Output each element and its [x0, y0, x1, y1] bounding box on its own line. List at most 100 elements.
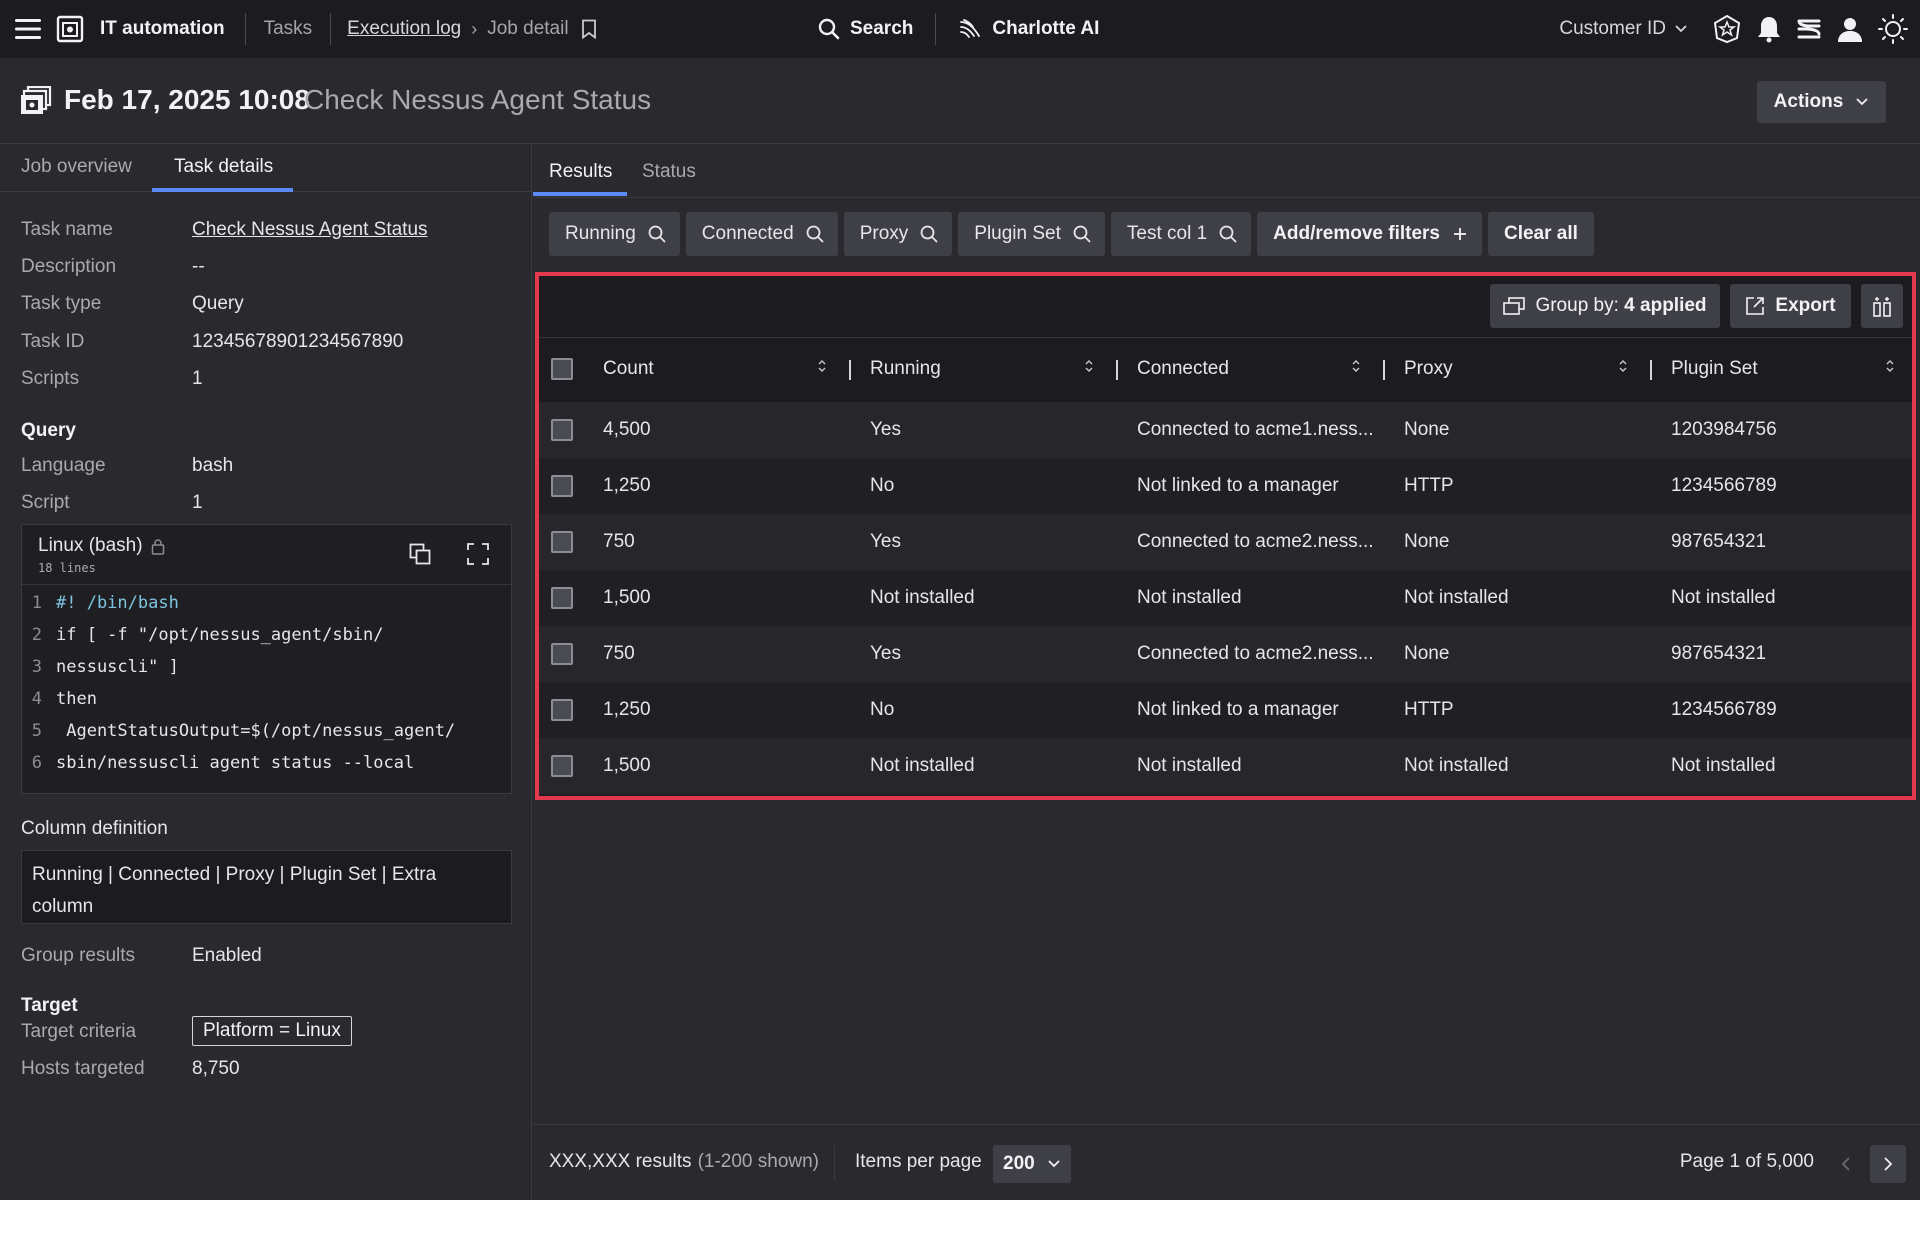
- lock-icon: [151, 538, 164, 555]
- items-per-page-value: 200: [1003, 1153, 1035, 1174]
- filter-chip-test-col-1[interactable]: Test col 1: [1110, 212, 1252, 256]
- language-label: Language: [21, 455, 106, 476]
- charlotte-ai-button[interactable]: Charlotte AI: [992, 18, 1099, 40]
- menu-icon[interactable]: [14, 17, 42, 41]
- query-section-title: Query: [21, 420, 76, 441]
- language-value: bash: [192, 455, 234, 476]
- shield-badge-icon[interactable]: [1712, 14, 1742, 44]
- column-header-count[interactable]: Count: [603, 358, 654, 380]
- task-name-link[interactable]: Check Nessus Agent Status: [192, 219, 428, 241]
- sort-icon[interactable]: [1618, 358, 1628, 379]
- results-toolbar: Group by: 4 applied Export: [539, 276, 1912, 338]
- search-icon[interactable]: [818, 18, 840, 40]
- tab-results[interactable]: Results: [549, 161, 612, 183]
- app-logo-icon: [56, 15, 84, 43]
- cell-proxy: Not installed: [1404, 587, 1509, 608]
- chevron-down-icon: [1048, 1160, 1060, 1168]
- cell-proxy: None: [1404, 643, 1450, 664]
- sort-icon[interactable]: [1084, 358, 1094, 379]
- breadcrumb-current: Job detail: [487, 18, 569, 39]
- next-page-button[interactable]: [1870, 1145, 1906, 1183]
- cell-proxy: Not installed: [1404, 755, 1509, 776]
- fullscreen-icon[interactable]: [467, 543, 489, 565]
- hosts-targeted-value: 8,750: [192, 1058, 240, 1079]
- filter-chip-proxy[interactable]: Proxy: [843, 212, 953, 256]
- pagination-footer: XXX,XXX results (1-200 shown) Items per p…: [533, 1124, 1920, 1200]
- column-divider: [1383, 360, 1385, 380]
- table-row[interactable]: 4,500 Yes Connected to acme1.ness... None 12…: [539, 402, 1912, 458]
- top-navigation: IT automation Tasks Execution log › Job …: [0, 0, 1920, 58]
- task-id-label: Task ID: [21, 331, 85, 352]
- clear-all-button[interactable]: Clear all: [1487, 212, 1594, 256]
- filter-label: Proxy: [859, 223, 909, 244]
- add-filters-label: Add/remove filters: [1273, 223, 1440, 244]
- cell-plugin-set: 1234566789: [1671, 475, 1777, 496]
- row-checkbox[interactable]: [551, 475, 573, 497]
- column-header-connected[interactable]: Connected: [1137, 358, 1229, 380]
- table-row[interactable]: 1,500 Not installed Not installed Not insta…: [539, 570, 1912, 626]
- tab-job-overview[interactable]: Job overview: [21, 156, 132, 178]
- cell-connected: Not installed: [1137, 587, 1242, 608]
- sort-icon[interactable]: [817, 358, 827, 379]
- row-checkbox[interactable]: [551, 699, 573, 721]
- search-button[interactable]: Search: [850, 18, 913, 40]
- table-row[interactable]: 750 Yes Connected to acme2.ness... None 9876…: [539, 514, 1912, 570]
- cell-running: Yes: [870, 531, 901, 552]
- column-header-running[interactable]: Running: [870, 358, 941, 380]
- tab-status[interactable]: Status: [642, 161, 696, 183]
- table-row[interactable]: 750 Yes Connected to acme2.ness... None 9876…: [539, 626, 1912, 682]
- code-line-count: 18 lines: [38, 561, 96, 575]
- plus-icon: [1453, 228, 1466, 240]
- items-per-page-select[interactable]: 200: [993, 1145, 1071, 1183]
- results-panel: Results Status Running Connected Proxy P…: [533, 144, 1920, 1200]
- breadcrumb-chevron-icon: ›: [471, 18, 478, 39]
- code-line: 4 then: [31, 689, 97, 709]
- filter-chip-running[interactable]: Running: [549, 212, 680, 256]
- group-by-button[interactable]: Group by: 4 applied: [1490, 284, 1720, 328]
- actions-button[interactable]: Actions: [1757, 81, 1886, 123]
- row-checkbox[interactable]: [551, 755, 573, 777]
- table-row[interactable]: 1,250 No Not linked to a manager HTTP 123456…: [539, 682, 1912, 738]
- table-row[interactable]: 1,250 No Not linked to a manager HTTP 123456…: [539, 458, 1912, 514]
- row-checkbox[interactable]: [551, 419, 573, 441]
- filter-label: Connected: [701, 223, 794, 244]
- row-checkbox[interactable]: [551, 643, 573, 665]
- stacks-icon[interactable]: [1796, 16, 1822, 42]
- row-checkbox[interactable]: [551, 531, 573, 553]
- column-header-plugin-set[interactable]: Plugin Set: [1671, 358, 1758, 380]
- column-settings-icon: [1873, 297, 1891, 317]
- charlotte-ai-icon[interactable]: [958, 17, 982, 41]
- filter-chip-connected[interactable]: Connected: [685, 212, 838, 256]
- tab-task-details[interactable]: Task details: [174, 156, 273, 178]
- bookmark-icon[interactable]: [581, 19, 597, 39]
- active-tab-indicator: [152, 188, 293, 192]
- export-button[interactable]: Export: [1730, 284, 1851, 328]
- copy-icon[interactable]: [409, 543, 431, 565]
- group-icon: [1503, 297, 1526, 315]
- column-settings-button[interactable]: [1861, 284, 1903, 328]
- filter-label: Plugin Set: [974, 223, 1061, 244]
- chevron-right-icon: [1884, 1157, 1893, 1171]
- previous-page-button[interactable]: [1828, 1145, 1864, 1183]
- customer-id-dropdown[interactable]: Customer ID: [1559, 18, 1688, 40]
- cell-running: Not installed: [870, 587, 975, 608]
- breadcrumb-execution-log[interactable]: Execution log: [347, 18, 461, 40]
- cell-plugin-set: 1234566789: [1671, 699, 1777, 720]
- select-all-checkbox[interactable]: [551, 358, 573, 380]
- sort-icon[interactable]: [1351, 358, 1361, 379]
- filter-chip-plugin-set[interactable]: Plugin Set: [958, 212, 1105, 256]
- column-header-proxy[interactable]: Proxy: [1404, 358, 1453, 380]
- row-checkbox[interactable]: [551, 587, 573, 609]
- sun-icon[interactable]: [1878, 14, 1908, 44]
- description-value: --: [192, 256, 205, 277]
- bell-icon[interactable]: [1756, 15, 1782, 43]
- user-icon[interactable]: [1836, 15, 1864, 43]
- search-icon: [1219, 225, 1237, 243]
- add-remove-filters-button[interactable]: Add/remove filters: [1257, 212, 1482, 256]
- table-row[interactable]: 1,500 Not installed Not installed Not insta…: [539, 738, 1912, 794]
- target-criteria-chip: Platform = Linux: [192, 1016, 352, 1046]
- sort-icon[interactable]: [1885, 358, 1895, 379]
- scripts-value: 1: [192, 368, 203, 389]
- results-shown: (1-200 shown): [697, 1151, 820, 1172]
- breadcrumb-tasks[interactable]: Tasks: [264, 18, 313, 40]
